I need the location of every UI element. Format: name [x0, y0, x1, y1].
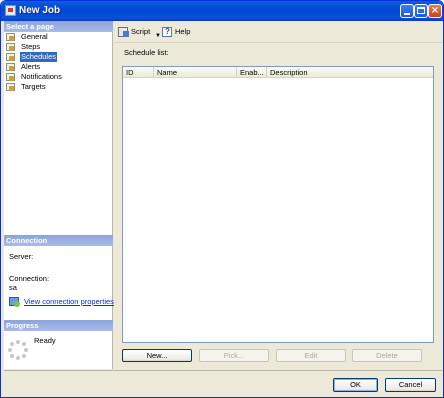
progress-spinner-icon [8, 340, 28, 360]
maximize-button[interactable] [414, 4, 428, 18]
script-icon [118, 27, 129, 37]
cancel-button[interactable]: Cancel [385, 378, 436, 392]
page-item-label: Alerts [21, 62, 41, 71]
new-button[interactable]: New... [122, 349, 192, 362]
right-pane: Script ▼ Help Schedule list: ID Name Ena… [114, 21, 442, 369]
pick-button[interactable]: Pick... [199, 349, 269, 362]
left-pane: Select a page General Steps Schedules Al… [4, 21, 114, 369]
page-icon [6, 43, 15, 51]
ok-button[interactable]: OK [333, 378, 378, 392]
script-button[interactable]: Script ▼ [118, 25, 161, 39]
column-header-name[interactable]: Name [154, 67, 237, 78]
page-icon [6, 53, 15, 61]
progress-status: Ready [34, 336, 56, 345]
window-title: New Job [19, 5, 61, 16]
toolbar: Script ▼ Help [114, 21, 442, 43]
page-icon [6, 63, 15, 71]
schedule-list-header: ID Name Enab... Description [123, 67, 433, 78]
page-icon [6, 83, 15, 91]
title-bar: New Job × [1, 1, 443, 21]
minimize-button[interactable] [400, 4, 414, 18]
app-icon [5, 5, 16, 16]
help-button[interactable]: Help [162, 25, 192, 39]
close-icon: × [430, 5, 440, 16]
page-item-label: Steps [21, 42, 41, 51]
close-button[interactable]: × [428, 4, 442, 18]
page-icon [6, 73, 15, 81]
view-connection-properties-link[interactable]: View connection properties [24, 297, 114, 306]
schedule-list[interactable]: ID Name Enab... Description [122, 66, 434, 343]
server-label: Server: [9, 252, 34, 261]
connection-label: Connection: [9, 274, 50, 283]
progress-header: Progress [4, 320, 113, 331]
dialog-button-bar: OK Cancel [4, 370, 442, 396]
page-item-label: Schedules [20, 52, 58, 62]
delete-button[interactable]: Delete [352, 349, 422, 362]
chevron-down-icon[interactable]: ▼ [155, 29, 161, 43]
connection-properties-icon [9, 297, 20, 307]
schedule-list-label: Schedule list: [124, 48, 169, 57]
maximize-icon [417, 7, 425, 14]
help-icon [162, 25, 172, 39]
new-job-window: New Job × Select a page General Steps Sc… [0, 0, 444, 398]
connection-value: sa [9, 283, 17, 292]
column-header-enabled[interactable]: Enab... [237, 67, 267, 78]
edit-button[interactable]: Edit [276, 349, 346, 362]
connection-header: Connection [4, 235, 113, 246]
help-label: Help [175, 27, 191, 36]
page-item-label: General [21, 32, 48, 41]
page-item-label: Notifications [21, 72, 62, 81]
minimize-icon [404, 13, 410, 15]
page-icon [6, 33, 15, 41]
select-page-header: Select a page [4, 21, 113, 32]
script-label: Script [131, 27, 151, 36]
column-header-id[interactable]: ID [123, 67, 154, 78]
column-header-description[interactable]: Description [267, 67, 433, 78]
page-item-label: Targets [21, 82, 46, 91]
